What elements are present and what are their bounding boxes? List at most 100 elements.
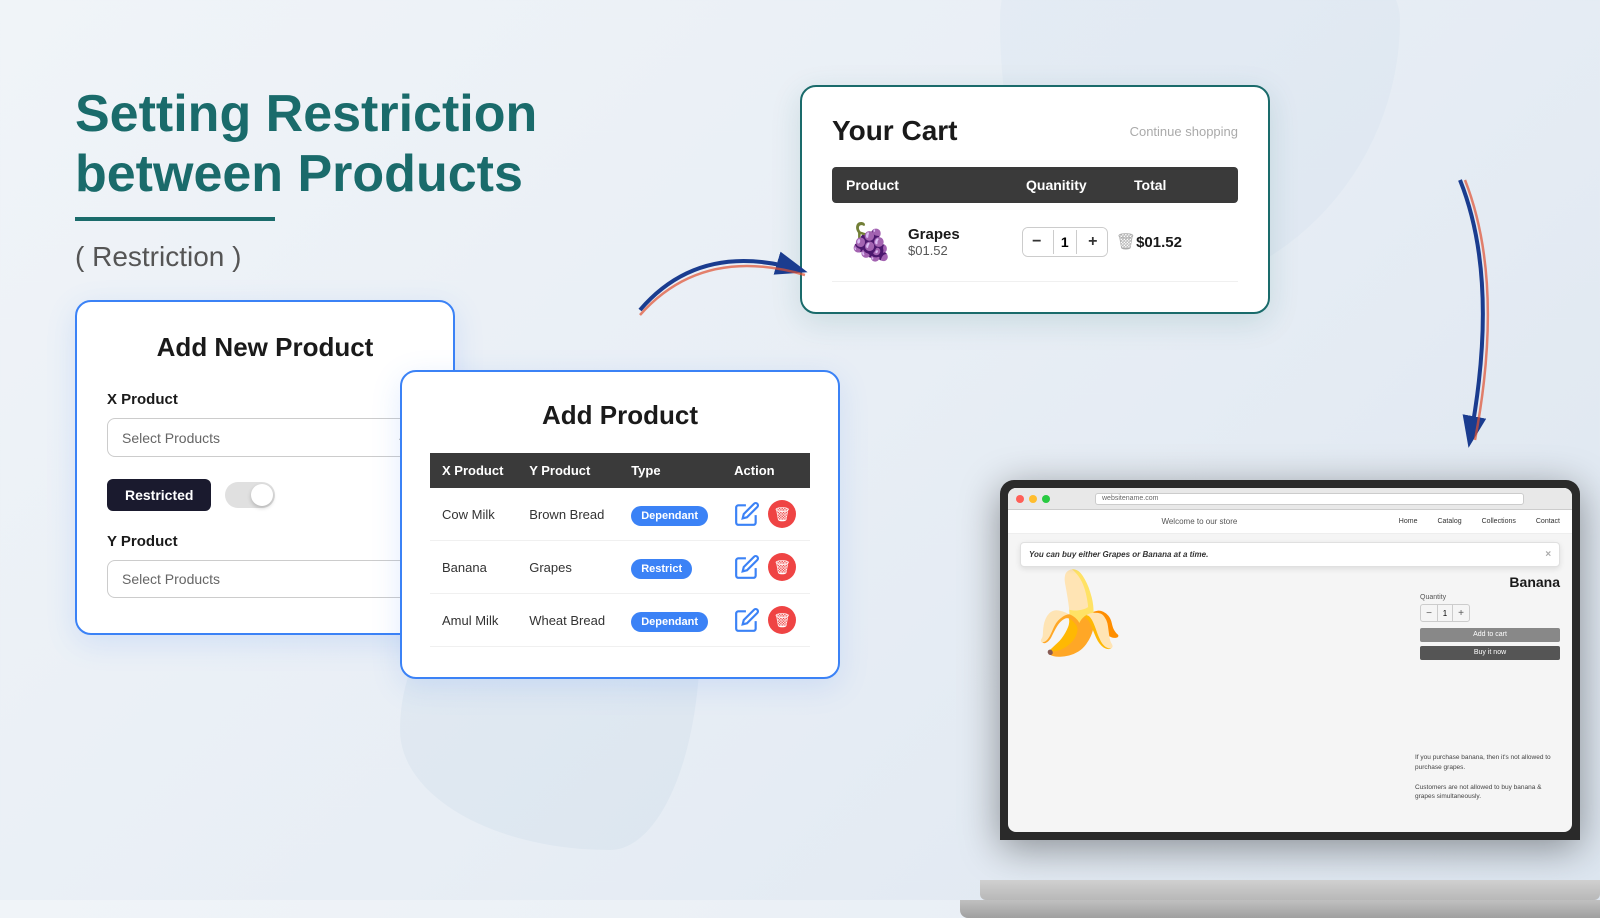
screen-nav-collections[interactable]: Collections: [1482, 518, 1516, 525]
type-badge-dependant: Dependant: [631, 506, 708, 526]
laptop-screen: websitename.com Welcome to our store Hom…: [1008, 488, 1572, 832]
delete-icon[interactable]: 🗑: [768, 606, 796, 634]
grapes-image: 🍇: [846, 217, 896, 267]
cell-action: 🗑: [722, 488, 810, 541]
screen-minimize-dot: [1029, 495, 1037, 503]
delete-icon[interactable]: 🗑: [768, 500, 796, 528]
cell-action: 🗑: [722, 541, 810, 594]
cart-title: Your Cart: [832, 115, 958, 147]
page-title: Setting Restriction between Products: [75, 85, 555, 205]
cell-x-product: Cow Milk: [430, 488, 517, 541]
restricted-badge: Restricted: [107, 479, 211, 511]
cart-product-details: Grapes $01.52: [908, 226, 960, 258]
add-new-product-title: Add New Product: [107, 332, 423, 363]
arrow-to-cart: [620, 230, 820, 330]
toast-close-icon[interactable]: ×: [1545, 549, 1551, 560]
edit-icon[interactable]: [734, 501, 760, 527]
quantity-increase-button[interactable]: +: [1079, 228, 1107, 256]
cell-type: Dependant: [619, 488, 722, 541]
cell-x-product: Banana: [430, 541, 517, 594]
table-row: Cow Milk Brown Bread Dependant 🗑: [430, 488, 810, 541]
x-product-dropdown[interactable]: Select Products ⌄: [107, 418, 423, 457]
table-row: Amul Milk Wheat Bread Dependant 🗑: [430, 594, 810, 647]
type-badge-dependant: Dependant: [631, 612, 708, 632]
add-product-card: Add Product X Product Y Product Type Act…: [400, 370, 840, 679]
cell-x-product: Amul Milk: [430, 594, 517, 647]
laptop-bottom: [960, 900, 1600, 918]
laptop-outer: websitename.com Welcome to our store Hom…: [980, 480, 1600, 900]
cart-item-total: $01.52: [1136, 234, 1224, 251]
y-product-section: Y Product Select Products: [107, 533, 423, 598]
screen-qty-value: 1: [1437, 605, 1453, 621]
laptop-screen-frame: websitename.com Welcome to our store Hom…: [1000, 480, 1580, 840]
screen-buy-now-button[interactable]: Buy it now: [1420, 646, 1560, 660]
col-x-product: X Product: [430, 453, 517, 488]
y-product-input[interactable]: Select Products: [107, 560, 423, 598]
cart-col-quantity: Quanitity: [1026, 177, 1134, 193]
screen-nav-contact[interactable]: Contact: [1536, 518, 1560, 525]
screen-qty-label: Quantity: [1420, 594, 1560, 601]
continue-shopping-link[interactable]: Continue shopping: [1130, 124, 1238, 139]
screen-qty-decrease[interactable]: −: [1421, 605, 1437, 621]
edit-icon[interactable]: [734, 607, 760, 633]
restricted-toggle[interactable]: [225, 482, 275, 508]
delete-icon[interactable]: 🗑: [768, 553, 796, 581]
screen-banana-image: 🍌: [1028, 574, 1128, 654]
cell-y-product: Wheat Bread: [517, 594, 619, 647]
cart-item-row: 🍇 Grapes $01.52 − 1 + 🗑 $01.52: [832, 203, 1238, 282]
add-new-product-card: Add New Product X Product Select Product…: [75, 300, 455, 635]
screen-close-dot: [1016, 495, 1024, 503]
cart-col-total: Total: [1134, 177, 1224, 193]
cell-y-product: Brown Bread: [517, 488, 619, 541]
col-type: Type: [619, 453, 722, 488]
screen-url-text: websitename.com: [1102, 495, 1158, 502]
screen-right-panel: Quantity − 1 + Add to cart Buy it now: [1420, 594, 1560, 660]
add-product-title: Add Product: [430, 400, 810, 431]
type-badge-restrict: Restrict: [631, 559, 692, 579]
x-product-label: X Product: [107, 391, 423, 408]
edit-icon[interactable]: [734, 554, 760, 580]
screen-qty-control: − 1 +: [1420, 604, 1470, 622]
laptop-section: websitename.com Welcome to our store Hom…: [950, 340, 1600, 900]
screen-store-name: Welcome to our store: [1020, 517, 1379, 526]
page-subtitle: ( Restriction ): [75, 241, 555, 273]
title-underline: [75, 217, 275, 221]
screen-nav: Welcome to our store Home Catalog Collec…: [1008, 510, 1572, 534]
col-action: Action: [722, 453, 810, 488]
screen-toast: You can buy either Grapes or Banana at a…: [1020, 542, 1560, 567]
screen-nav-home[interactable]: Home: [1399, 518, 1418, 525]
cart-product-info: 🍇 Grapes $01.52: [846, 217, 1022, 267]
cart-card: Your Cart Continue shopping Product Quan…: [800, 85, 1270, 314]
table-header-row: X Product Y Product Type Action: [430, 453, 810, 488]
quantity-section: − 1 + 🗑: [1022, 227, 1136, 257]
screen-desc-line1: If you purchase banana, then it's not al…: [1415, 753, 1560, 773]
y-product-placeholder: Select Products: [122, 571, 220, 587]
restricted-row: Restricted: [107, 479, 423, 511]
screen-expand-dot: [1042, 495, 1050, 503]
cell-type: Restrict: [619, 541, 722, 594]
screen-product-title: Banana: [1509, 574, 1560, 590]
screen-desc-line2: Customers are not allowed to buy banana …: [1415, 783, 1560, 803]
screen-product-description: If you purchase banana, then it's not al…: [1415, 753, 1560, 802]
cell-type: Dependant: [619, 594, 722, 647]
screen-topbar: websitename.com: [1008, 488, 1572, 510]
product-table: X Product Y Product Type Action Cow Milk…: [430, 453, 810, 647]
quantity-control: − 1 +: [1022, 227, 1108, 257]
screen-nav-catalog[interactable]: Catalog: [1437, 518, 1461, 525]
cart-item-delete-icon[interactable]: 🗑: [1116, 232, 1136, 252]
cart-product-price: $01.52: [908, 243, 960, 258]
cart-col-product: Product: [846, 177, 1026, 193]
y-product-label: Y Product: [107, 533, 423, 550]
screen-qty-increase[interactable]: +: [1453, 605, 1469, 621]
cart-header: Your Cart Continue shopping: [832, 115, 1238, 147]
screen-add-to-cart-button[interactable]: Add to cart: [1420, 628, 1560, 642]
table-row: Banana Grapes Restrict 🗑: [430, 541, 810, 594]
title-section: Setting Restriction between Products ( R…: [75, 85, 555, 273]
screen-urlbar[interactable]: websitename.com: [1095, 493, 1524, 505]
action-icons: 🗑: [734, 553, 798, 581]
cell-action: 🗑: [722, 594, 810, 647]
cart-table-header: Product Quanitity Total: [832, 167, 1238, 203]
cell-y-product: Grapes: [517, 541, 619, 594]
screen-body: You can buy either Grapes or Banana at a…: [1008, 534, 1572, 814]
quantity-decrease-button[interactable]: −: [1023, 228, 1051, 256]
